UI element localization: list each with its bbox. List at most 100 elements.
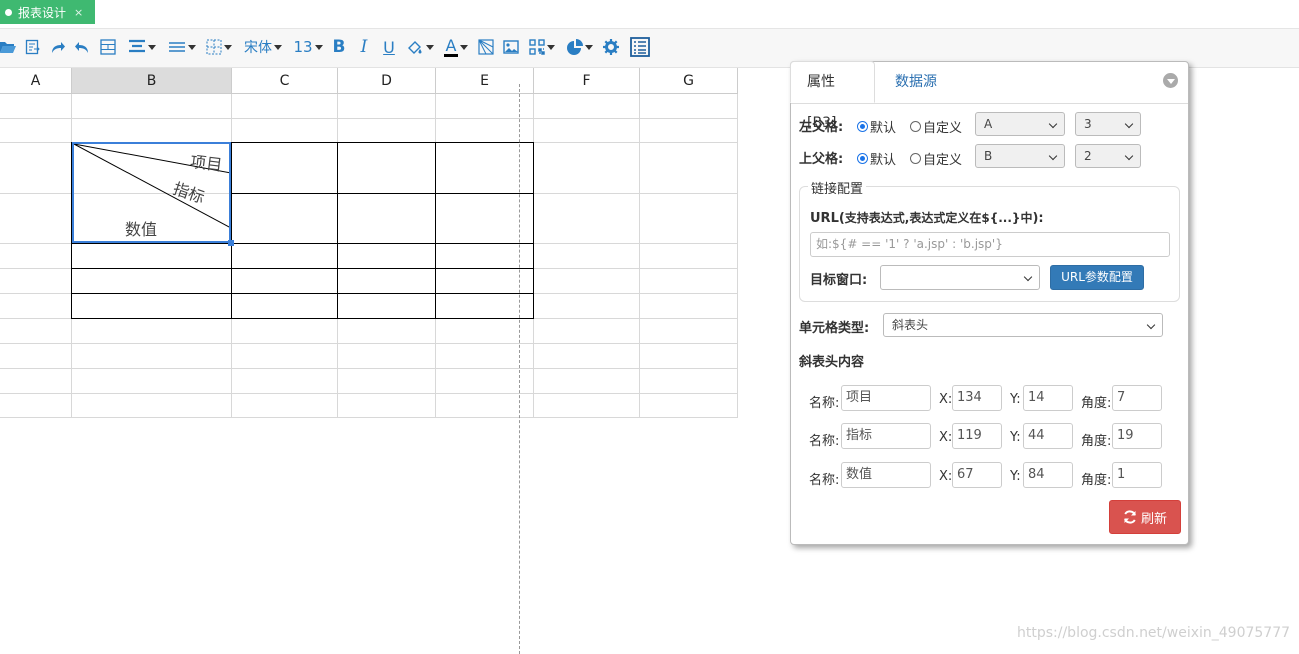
radio-checked-icon (857, 121, 868, 132)
radio-label: 自定义 (923, 153, 963, 168)
x-input[interactable]: 134 (952, 385, 1002, 411)
angle-input[interactable]: 1 (1112, 462, 1162, 488)
x-label: X: (939, 430, 953, 445)
selected-cell-b3[interactable]: 项目 指标 数值 (72, 142, 231, 243)
panel-tabs: 属性[B3] 数据源 (790, 61, 1188, 131)
tab-datasource[interactable]: 数据源 (879, 62, 953, 103)
tab-label: 报表设计 (18, 5, 67, 20)
left-parent-column-select[interactable]: A (975, 112, 1065, 136)
column-header-c[interactable]: C (232, 68, 338, 94)
x-input[interactable]: 119 (952, 423, 1002, 449)
redo-icon[interactable] (50, 35, 66, 59)
column-header-b[interactable]: B (72, 68, 232, 94)
name-label: 名称: (809, 396, 840, 411)
top-parent-label: 上父格: (799, 152, 844, 167)
italic-button[interactable]: I (356, 35, 372, 59)
top-parent-row-select[interactable]: 2 (1075, 144, 1141, 168)
font-color-dropdown[interactable]: A (441, 35, 471, 59)
collapse-toggle-icon[interactable] (1163, 73, 1178, 88)
bold-icon: B (332, 37, 346, 57)
slash-header-section-title: 斜表头内容 (799, 355, 865, 370)
image-icon[interactable] (503, 35, 519, 59)
cell-type-select[interactable]: 斜表头 (883, 313, 1163, 337)
fill-color-dropdown[interactable] (405, 35, 435, 59)
diagonal-header-icon[interactable] (478, 35, 494, 59)
refresh-button[interactable]: 刷新 (1109, 500, 1181, 534)
tab-close-icon[interactable]: × (74, 6, 83, 19)
y-input[interactable]: 44 (1023, 423, 1073, 449)
x-label: X: (939, 469, 953, 484)
left-parent-default-radio[interactable]: 默认 (857, 117, 896, 136)
name-input[interactable]: 项目 (841, 385, 931, 411)
font-size-dropdown[interactable]: 13 (292, 35, 324, 59)
left-parent-custom-radio[interactable]: 自定义 (910, 117, 962, 136)
y-label: Y: (1010, 392, 1021, 407)
angle-input[interactable]: 7 (1112, 385, 1162, 411)
border-dropdown[interactable] (204, 35, 234, 59)
open-folder-icon[interactable] (0, 35, 16, 59)
cell-type-label: 单元格类型: (799, 321, 870, 336)
watermark-text: https://blog.csdn.net/weixin_49075777 (1017, 625, 1291, 641)
y-label: Y: (1010, 430, 1021, 445)
left-parent-row-select[interactable]: 3 (1075, 112, 1141, 136)
radio-unchecked-icon (910, 121, 921, 132)
font-family-dropdown[interactable]: 宋体 (241, 35, 285, 59)
url-param-config-button[interactable]: URL参数配置 (1050, 265, 1144, 290)
top-parent-default-radio[interactable]: 默认 (857, 149, 896, 168)
underline-button[interactable]: U (381, 35, 397, 59)
bold-button[interactable]: B (331, 35, 347, 59)
url-input[interactable]: 如:${# == '1' ? 'a.jsp' : 'b.jsp'} (810, 232, 1170, 257)
gear-icon[interactable] (603, 35, 619, 59)
font-color-icon: A (445, 35, 457, 55)
top-parent-custom-radio[interactable]: 自定义 (910, 149, 962, 168)
underline-icon: U (383, 37, 395, 57)
column-header-d[interactable]: D (338, 68, 436, 94)
y-input[interactable]: 14 (1023, 385, 1073, 411)
left-parent-label: 左父格: (799, 120, 844, 135)
tab-properties[interactable]: 属性[B3] (790, 61, 875, 131)
undo-icon[interactable] (74, 35, 90, 59)
target-window-select[interactable] (880, 265, 1040, 290)
export-icon[interactable] (25, 35, 41, 59)
link-config-legend: 链接配置 (808, 178, 867, 197)
font-size-value: 13 (293, 38, 313, 56)
refresh-label: 刷新 (1140, 511, 1167, 527)
italic-icon: I (360, 37, 368, 57)
url-label: URL(支持表达式,表达式定义在${...}中): (810, 211, 1044, 226)
name-input[interactable]: 指标 (841, 423, 931, 449)
angle-label: 角度: (1081, 434, 1112, 449)
top-parent-column-select[interactable]: B (975, 144, 1065, 168)
name-label: 名称: (809, 473, 840, 488)
radio-label: 自定义 (923, 121, 963, 136)
cell-resize-handle[interactable] (228, 240, 234, 246)
font-family-value: 宋体 (244, 40, 272, 56)
radio-checked-icon (857, 153, 868, 164)
merge-cells-icon[interactable] (99, 35, 117, 59)
radio-unchecked-icon (910, 153, 921, 164)
column-header-f[interactable]: F (534, 68, 640, 94)
angle-input[interactable]: 19 (1112, 423, 1162, 449)
column-header-a[interactable]: A (0, 68, 72, 94)
name-input[interactable]: 数值 (841, 462, 931, 488)
radio-label: 默认 (870, 153, 897, 168)
tab-bar: 报表设计 × (0, 0, 1299, 29)
qrcode-dropdown[interactable] (527, 35, 557, 59)
diagonal-text-top: 项目 (189, 151, 224, 175)
y-input[interactable]: 84 (1023, 462, 1073, 488)
chart-dropdown[interactable] (565, 35, 595, 59)
page-boundary-line (519, 84, 520, 654)
angle-label: 角度: (1081, 396, 1112, 411)
properties-panel: 属性[B3] 数据源 左父格: 默认 自定义 A 3 上父格: 默认 自定义 B… (790, 61, 1189, 545)
horizontal-align-dropdown[interactable] (166, 35, 198, 59)
tab-status-dot (5, 8, 12, 16)
tab-report-design[interactable]: 报表设计 × (0, 0, 95, 24)
radio-label: 默认 (870, 121, 897, 136)
name-label: 名称: (809, 434, 840, 449)
target-window-label: 目标窗口: (810, 273, 868, 288)
properties-panel-icon[interactable] (629, 35, 651, 59)
column-header-g[interactable]: G (640, 68, 738, 94)
x-input[interactable]: 67 (952, 462, 1002, 488)
x-label: X: (939, 392, 953, 407)
vertical-align-dropdown[interactable] (125, 35, 159, 59)
diagonal-text-bottom: 数值 (125, 220, 158, 239)
